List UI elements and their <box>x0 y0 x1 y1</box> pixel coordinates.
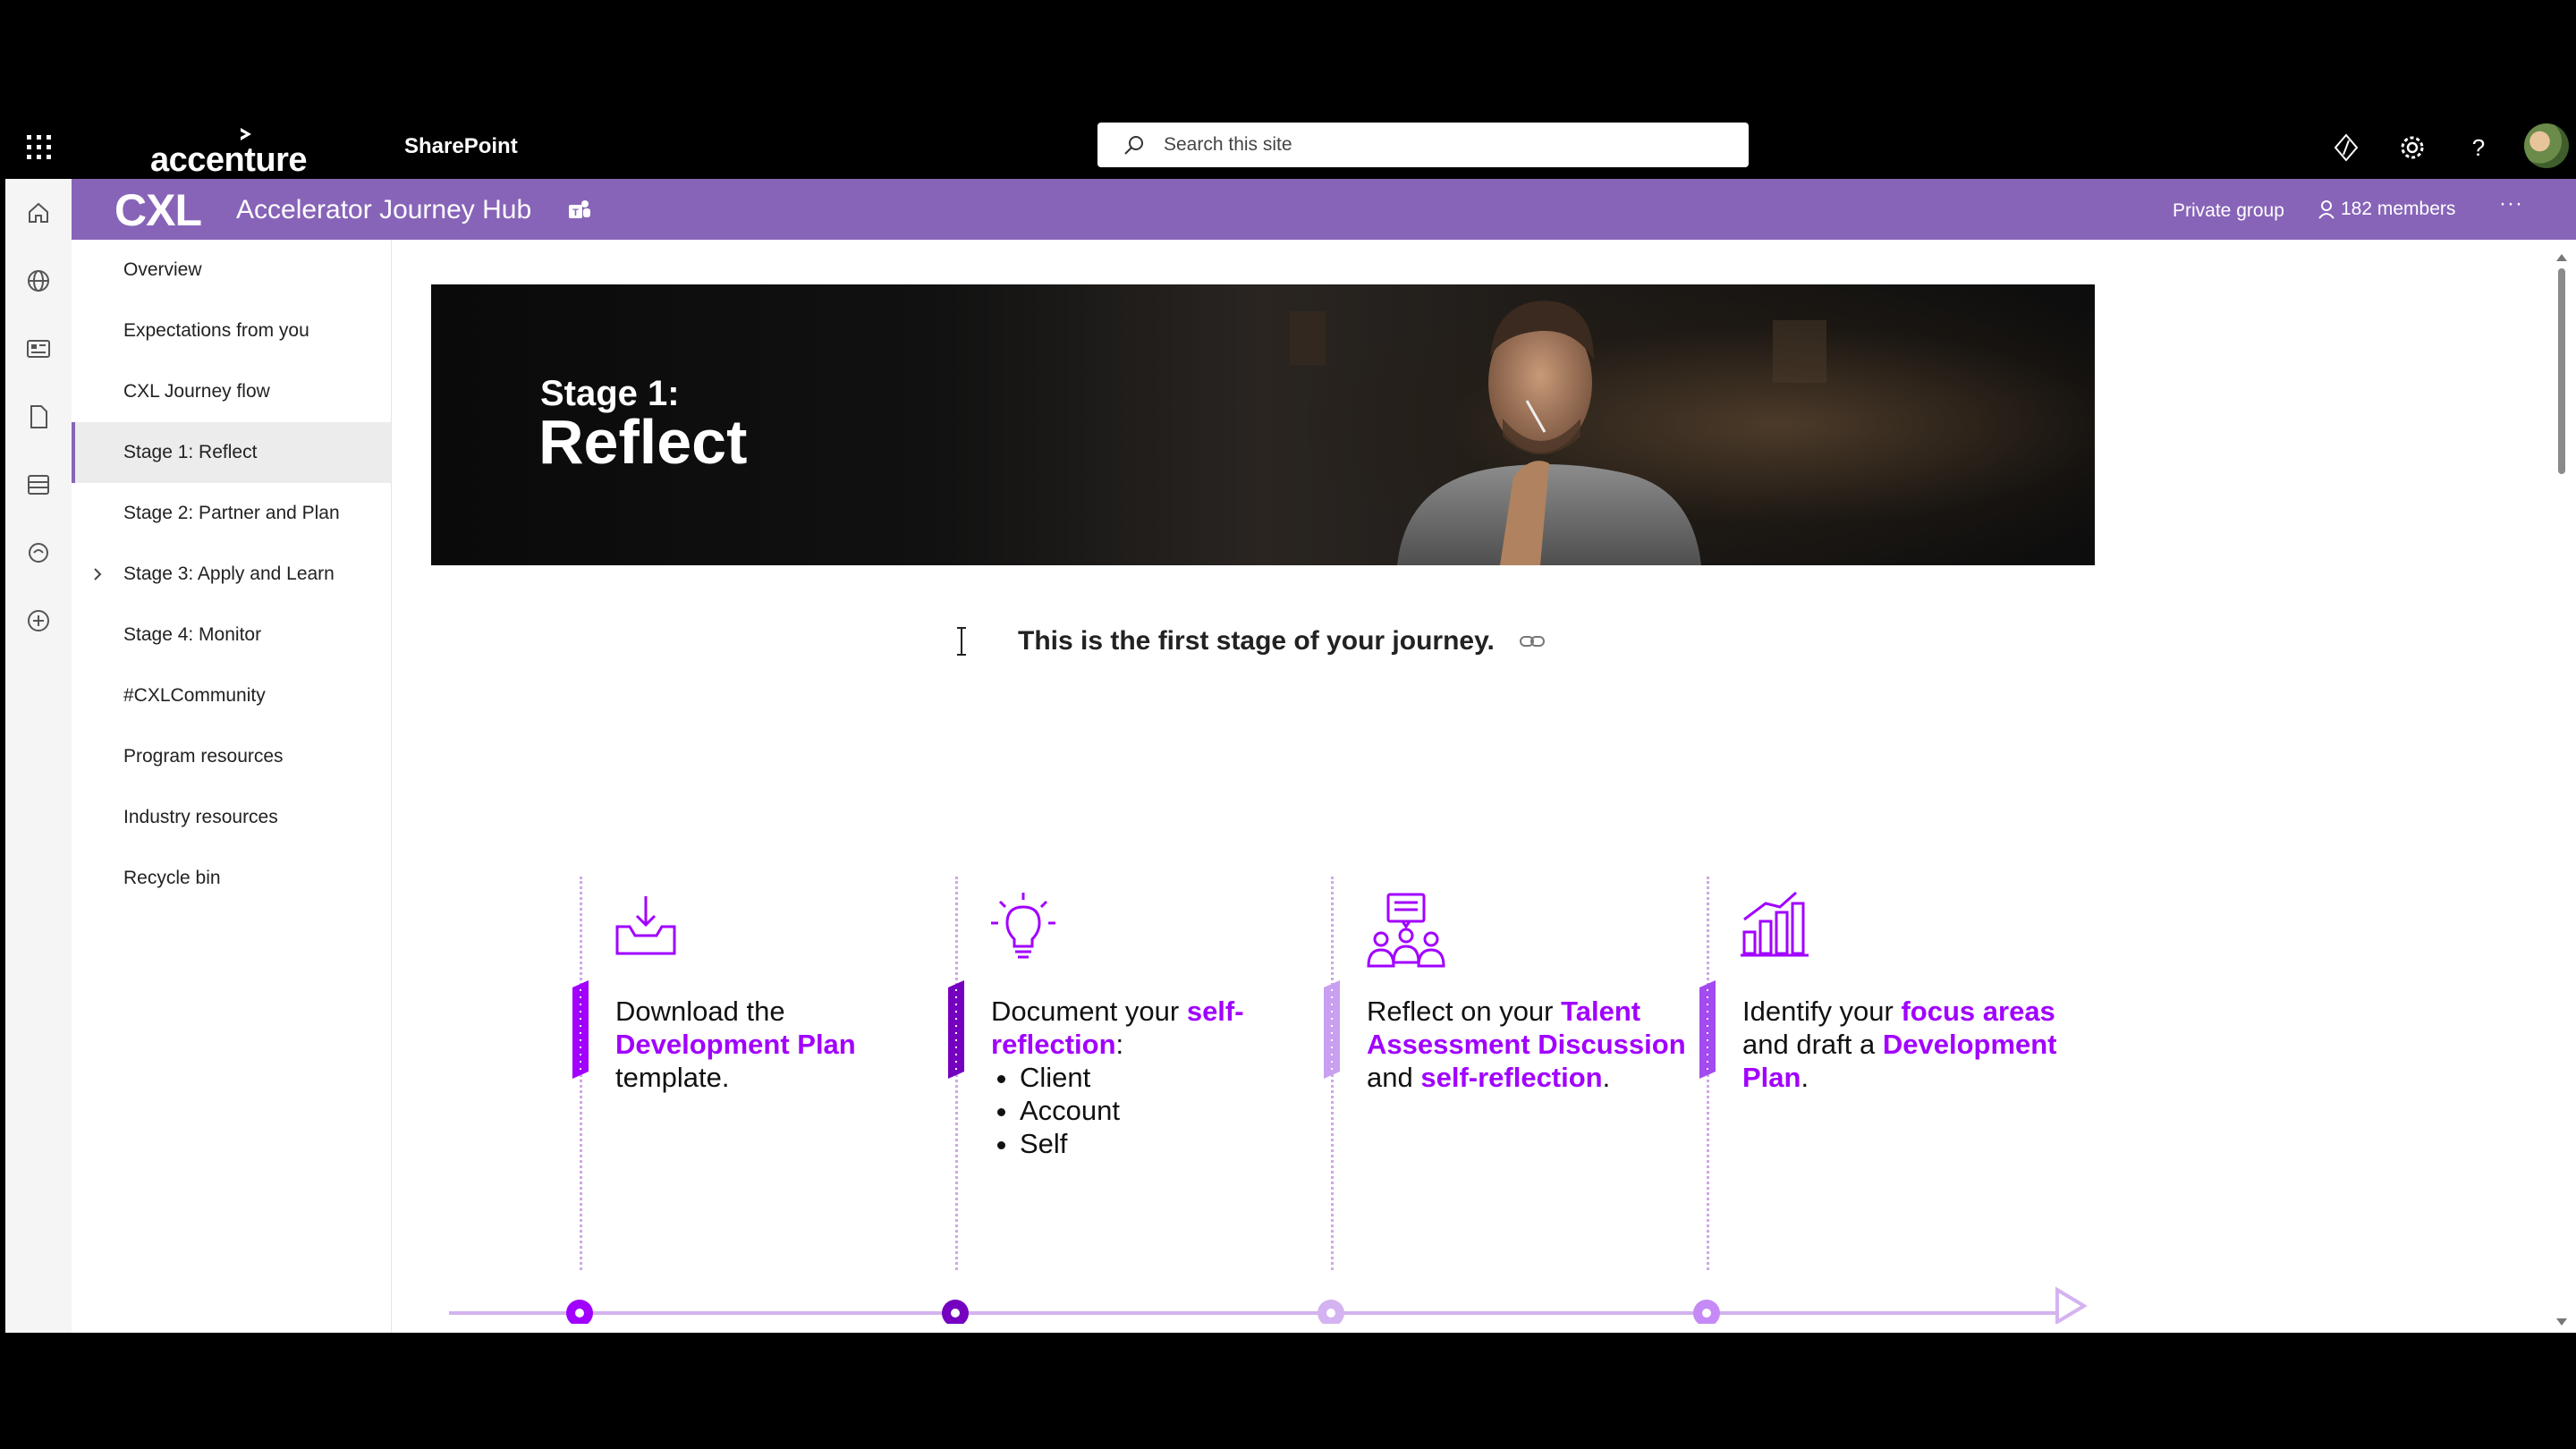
copy-link-icon[interactable] <box>1519 631 1546 651</box>
sharepoint-window: accenture SharePoint Search this site ? <box>5 116 2576 1333</box>
timeline-step-2: Document your self-reflection: Client Ac… <box>948 859 1331 1270</box>
search-input[interactable]: Search this site <box>1164 134 1292 156</box>
nav-item-label: Program resources <box>123 746 284 767</box>
list-icon[interactable] <box>22 469 55 501</box>
timeline-step-1: Download the Development Plan template. <box>572 859 955 1270</box>
bar-chart-growth-icon <box>1741 891 1809 957</box>
nav-item-label: Recycle bin <box>123 868 221 888</box>
scrollbar[interactable] <box>2551 249 2572 1333</box>
step-text-part: Document your <box>991 996 1187 1027</box>
step-highlight: focus areas <box>1901 996 2055 1027</box>
step-accent-bar <box>948 980 964 1079</box>
step-4-text: Identify your focus areas and draft a De… <box>1742 995 2082 1094</box>
nav-item-label: Stage 4: Monitor <box>123 624 262 645</box>
step-text-part: and draft a <box>1742 1029 1883 1060</box>
news-icon[interactable] <box>22 333 55 365</box>
user-avatar[interactable] <box>2524 123 2569 168</box>
hero-stage-name: Reflect <box>538 407 748 477</box>
add-icon[interactable] <box>22 605 55 637</box>
nav-item-label: CXL Journey flow <box>123 381 270 402</box>
help-icon[interactable]: ? <box>2462 131 2496 165</box>
home-icon[interactable] <box>22 197 55 229</box>
nav-item-stage-3[interactable]: Stage 3: Apply and Learn <box>72 544 391 605</box>
step-accent-bar <box>572 980 589 1079</box>
nav-item-label: Industry resources <box>123 807 278 827</box>
intro-text: This is the first stage of your journey. <box>1018 626 1495 656</box>
step-text-part: and <box>1367 1062 1421 1093</box>
app-rail <box>5 179 72 1333</box>
nav-item-label: Stage 1: Reflect <box>123 442 258 462</box>
timeline-step-4: Identify your focus areas and draft a De… <box>1699 859 2082 1270</box>
nav-item-journey-flow[interactable]: CXL Journey flow <box>72 361 391 422</box>
lightbulb-icon <box>991 893 1055 959</box>
nav-item-expectations[interactable]: Expectations from you <box>72 301 391 361</box>
members-button[interactable]: 182 members <box>2318 199 2455 220</box>
svg-text:?: ? <box>2472 134 2485 161</box>
site-header: CXL Accelerator Journey Hub T Private gr… <box>72 179 2576 240</box>
discussion-group-icon <box>1367 893 1445 968</box>
step-3-text: Reflect on your Talent Assessment Discus… <box>1367 995 1707 1094</box>
more-options-icon[interactable]: ··· <box>2499 191 2523 216</box>
app-name[interactable]: SharePoint <box>404 134 518 159</box>
site-logo[interactable]: CXL <box>114 184 202 236</box>
code-icon[interactable] <box>2329 131 2363 165</box>
hero-banner: Stage 1: Reflect <box>431 284 2095 565</box>
search-box[interactable]: Search this site <box>1097 123 1749 167</box>
step-highlight: self-reflection <box>1420 1062 1603 1093</box>
step-accent-bar <box>1324 980 1340 1079</box>
settings-gear-icon[interactable] <box>2395 131 2429 165</box>
step-text-part: : <box>1115 1029 1124 1060</box>
step-text-part: . <box>1801 1062 1809 1093</box>
teams-icon[interactable]: T <box>567 199 592 222</box>
nav-item-label: Stage 3: Apply and Learn <box>123 564 335 584</box>
person-icon <box>2318 200 2334 220</box>
chevron-right-icon[interactable] <box>91 565 104 583</box>
search-icon <box>1124 136 1143 155</box>
step-1-text: Download the Development Plan template. <box>615 995 955 1094</box>
nav-item-recycle-bin[interactable]: Recycle bin <box>72 848 391 909</box>
app-launcher-icon[interactable] <box>23 131 55 164</box>
privacy-label: Private group <box>2173 200 2284 221</box>
bullet-item: Client <box>1020 1061 1331 1094</box>
globe-icon[interactable] <box>22 265 55 297</box>
inbox-download-icon <box>615 896 676 955</box>
step-2-bullets: Client Account Self <box>991 1061 1331 1160</box>
conversation-icon[interactable] <box>22 537 55 569</box>
nav-item-label: Stage 2: Partner and Plan <box>123 503 340 523</box>
nav-item-overview[interactable]: Overview <box>72 240 391 301</box>
step-accent-bar <box>1699 980 1716 1079</box>
accenture-logo-text: accenture <box>150 141 308 179</box>
nav-item-stage-2[interactable]: Stage 2: Partner and Plan <box>72 483 391 544</box>
accenture-chevron-icon <box>241 128 251 140</box>
site-navigation: Overview Expectations from you CXL Journ… <box>72 240 392 1333</box>
nav-item-label: Overview <box>123 259 202 280</box>
step-text-part: Identify your <box>1742 996 1902 1027</box>
bullet-item: Self <box>1020 1127 1331 1160</box>
document-icon[interactable] <box>22 401 55 433</box>
suite-bar: accenture SharePoint Search this site ? <box>5 116 2576 179</box>
bullet-item: Account <box>1020 1094 1331 1127</box>
nav-item-stage-1[interactable]: Stage 1: Reflect <box>72 422 391 483</box>
nav-item-program-resources[interactable]: Program resources <box>72 726 391 787</box>
step-highlight: Development Plan <box>615 1029 856 1060</box>
timeline-step-3: Reflect on your Talent Assessment Discus… <box>1324 859 1707 1270</box>
journey-timeline: Download the Development Plan template. … <box>431 859 2104 1324</box>
step-2-text: Document your self-reflection: Client Ac… <box>991 995 1331 1160</box>
step-text-part: template. <box>615 1062 730 1093</box>
site-title[interactable]: Accelerator Journey Hub <box>236 195 531 225</box>
svg-text:T: T <box>572 208 579 218</box>
nav-item-label: #CXLCommunity <box>123 685 266 706</box>
members-count: 182 members <box>2341 199 2456 219</box>
nav-item-industry-resources[interactable]: Industry resources <box>72 787 391 848</box>
nav-item-community[interactable]: #CXLCommunity <box>72 665 391 726</box>
step-text-part: Reflect on your <box>1367 996 1562 1027</box>
text-cursor-icon <box>957 627 966 656</box>
hero-person-image <box>1290 301 1826 565</box>
nav-item-stage-4[interactable]: Stage 4: Monitor <box>72 605 391 665</box>
step-text-part: . <box>1602 1062 1611 1093</box>
nav-item-label: Expectations from you <box>123 320 309 341</box>
step-text-part: Download the <box>615 996 785 1027</box>
